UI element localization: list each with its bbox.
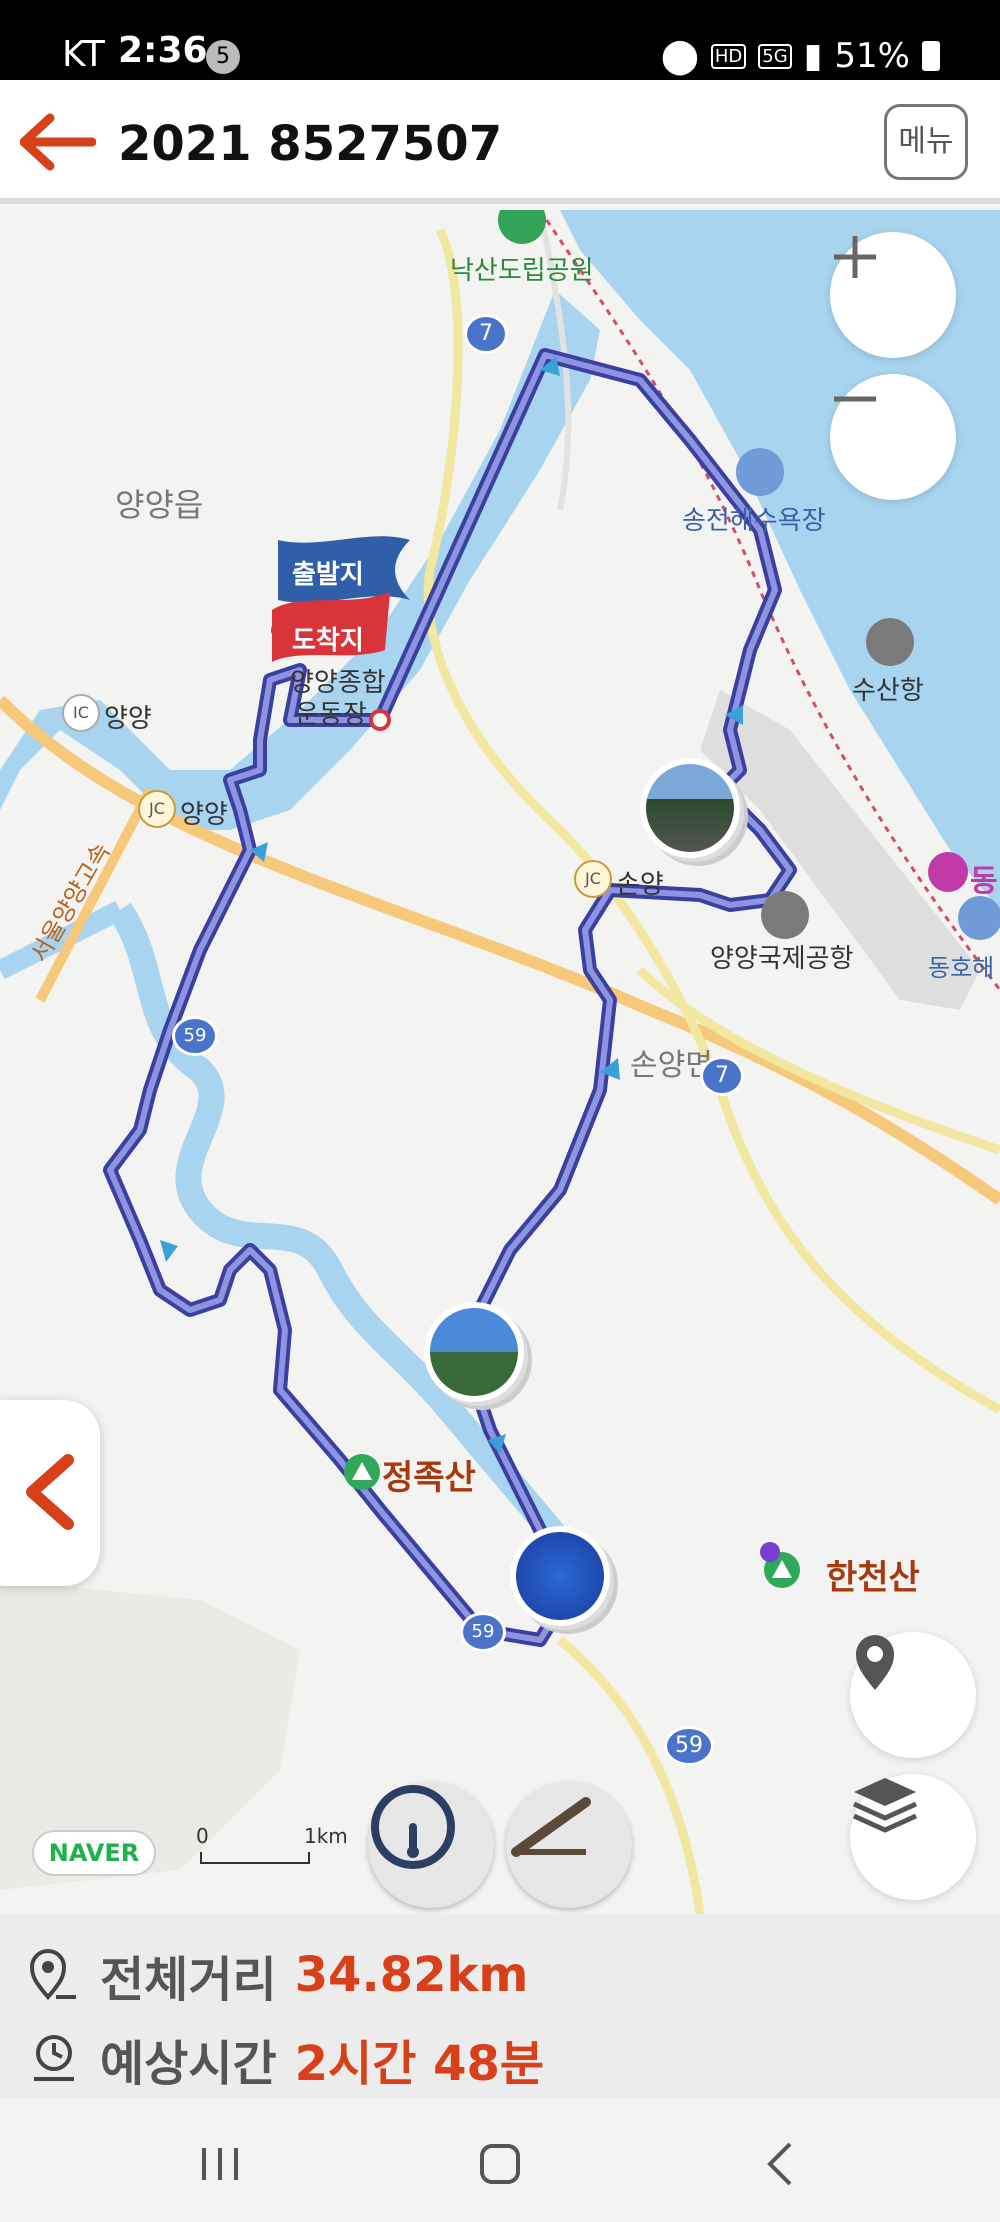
home-icon[interactable] <box>470 2134 530 2194</box>
map-label-songjeon-beach: 송전해수욕장 <box>682 506 826 536</box>
map-label-yangyang-jc: 양양 <box>180 800 228 830</box>
estimated-time-icon <box>34 2035 74 2081</box>
location-pin-icon <box>856 1635 894 1690</box>
distance-label: 전체거리 <box>100 1952 277 2008</box>
map-label-airport: 양양국제공항 <box>710 944 854 974</box>
photo-marker-3[interactable] <box>510 1526 610 1626</box>
speed-tool-button[interactable] <box>368 1782 494 1908</box>
map-label-naksan-park: 낙산도립공원 <box>450 256 594 286</box>
back-arrow-icon[interactable] <box>20 112 96 172</box>
map-label-edge-donghae: 동 <box>970 864 998 899</box>
map-label-hancheon-mountain: 한천산 <box>826 1558 920 1598</box>
status-bar: KT 2:36 5 ⬤ HD 5G ▮ 51% <box>0 0 1000 80</box>
location-icon: ⬤ <box>660 36 699 76</box>
time-row: 예상시간 2시간 48분 <box>28 2024 544 2094</box>
route-distance-icon <box>29 1949 76 2001</box>
notification-count-badge: 5 <box>206 40 240 74</box>
road-badge-7-south: 7 <box>700 1056 744 1096</box>
recent-apps-icon[interactable] <box>190 2134 250 2194</box>
road-badge-59: 59 <box>664 1726 714 1766</box>
start-flag-label: 출발지 <box>292 560 364 590</box>
chevron-left-icon <box>26 1454 74 1530</box>
map-label-yangyang-eup: 양양읍 <box>115 486 204 524</box>
battery-icon <box>922 41 940 71</box>
ic-badge: IC <box>62 694 100 732</box>
scale-unit-label: 1km <box>304 1824 348 1848</box>
side-panel-toggle[interactable] <box>0 1400 100 1586</box>
map-layers-button[interactable] <box>850 1774 976 1900</box>
layers-icon <box>852 1778 918 1833</box>
map-label-susan-port: 수산항 <box>852 676 924 706</box>
road-badge-7-north: 7 <box>464 314 508 354</box>
5g-icon: 5G <box>758 43 792 69</box>
signal-icon: ▮ <box>803 36 823 76</box>
jc-badge-sonyang: JC <box>574 860 612 898</box>
system-nav-bar <box>0 2098 1000 2222</box>
route-title: 2021 8527507 <box>118 116 503 172</box>
status-icons: ⬤ HD 5G ▮ 51% <box>661 36 940 76</box>
carrier-name: KT <box>62 34 105 75</box>
map-label-yangyang-ic: 양양 <box>104 704 152 734</box>
plus-icon <box>834 236 876 278</box>
app-header: 2021 8527507 메뉴 <box>0 80 1000 204</box>
photo-marker-1[interactable] <box>640 758 740 858</box>
road-badge-59-west: 59 <box>172 1016 218 1056</box>
hd-voice-icon: HD <box>710 43 747 69</box>
jc-badge: JC <box>138 790 176 828</box>
menu-button[interactable]: 메뉴 <box>884 104 968 180</box>
slope-icon <box>511 1797 591 1857</box>
time-value: 2시간 48분 <box>294 2036 545 2092</box>
road-badge-59-river: 59 <box>460 1612 506 1652</box>
my-location-button[interactable] <box>850 1632 976 1758</box>
scale-zero-label: 0 <box>196 1824 209 1848</box>
battery-percent: 51% <box>834 36 910 76</box>
map-label-sonyang-jc: 손양 <box>616 870 664 900</box>
photo-marker-2[interactable] <box>424 1302 524 1402</box>
elevation-tool-button[interactable] <box>506 1782 632 1908</box>
map-label-edge-donghoe: 동호해 <box>928 954 995 982</box>
map-label-jeongjok-mountain: 정족산 <box>382 1458 476 1498</box>
naver-attribution: NAVER <box>32 1830 156 1876</box>
clock: 2:36 <box>118 30 208 71</box>
time-label: 예상시간 <box>100 2036 277 2092</box>
zoom-out-button[interactable] <box>830 374 956 500</box>
speedometer-icon <box>371 1785 455 1869</box>
scale-bar <box>200 1852 310 1864</box>
distance-row: 전체거리 34.82km <box>28 1940 528 2010</box>
distance-value: 34.82km <box>294 1947 529 2003</box>
system-back-icon[interactable] <box>750 2134 810 2194</box>
minus-icon <box>834 396 876 402</box>
end-flag-label: 도착지 <box>292 626 364 656</box>
route-summary: 전체거리 34.82km 예상시간 2시간 48분 <box>0 1914 1000 2098</box>
zoom-in-button[interactable] <box>830 232 956 358</box>
map-label-stadium-2: 운동장 <box>295 700 367 730</box>
map-view[interactable]: 낙산도립공원 양양읍 송전해수욕장 수산항 양양국제공항 손양면 정족산 한천산… <box>0 210 1000 1914</box>
